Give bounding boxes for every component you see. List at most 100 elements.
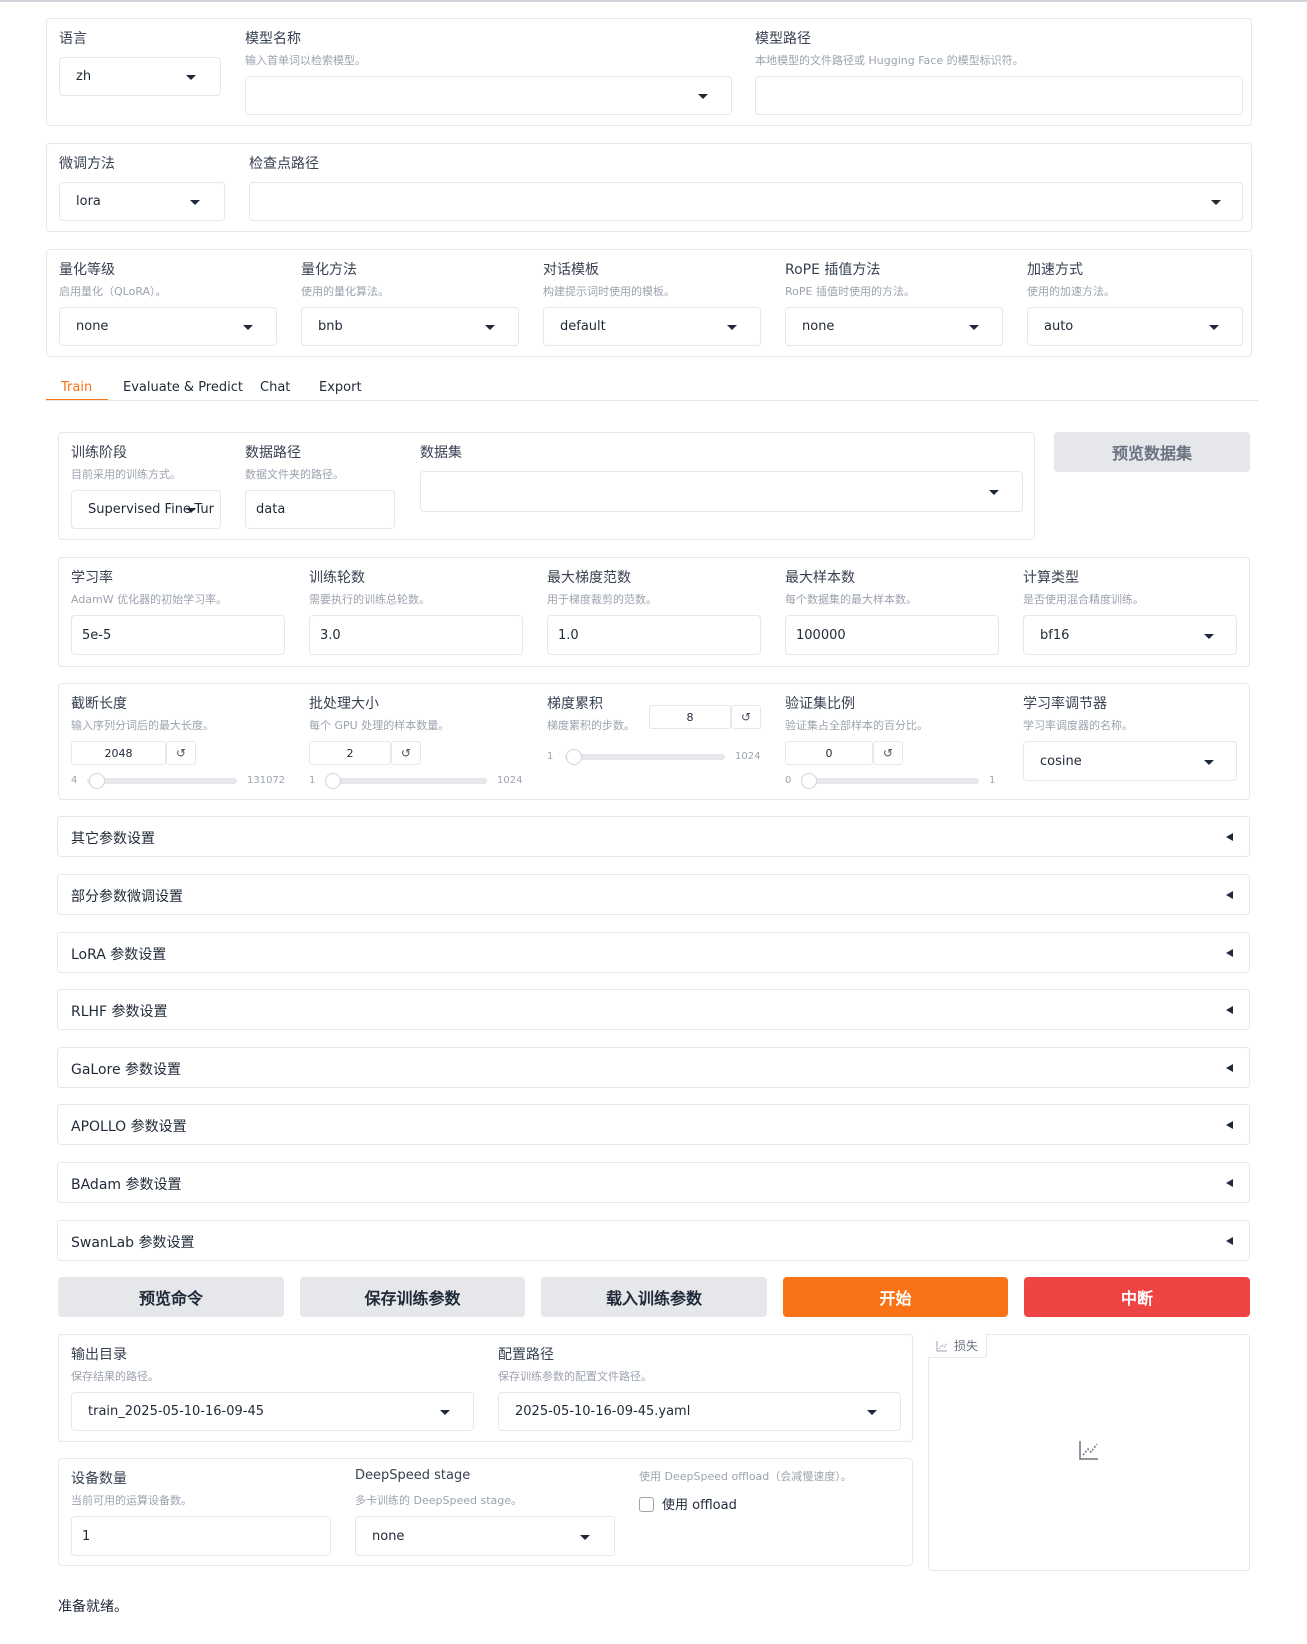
lang-value: zh: [76, 69, 92, 84]
chevron-down-icon: [1209, 325, 1219, 330]
rope-dropdown[interactable]: none: [785, 307, 1003, 346]
grad-accum-slider[interactable]: [565, 749, 725, 765]
val-size-max: 1: [989, 775, 996, 786]
caret-left-icon: [1226, 1121, 1233, 1129]
config-path-info: 保存训练参数的配置文件路径。: [498, 1370, 652, 1383]
grad-accum-info: 梯度累积的步数。: [547, 719, 635, 732]
output-dir-value: train_2025-05-10-16-09-45: [88, 1404, 265, 1419]
load-args-button[interactable]: 载入训练参数: [541, 1277, 767, 1317]
quant-method-label: 量化方法: [301, 262, 357, 278]
caret-left-icon: [1226, 1064, 1233, 1072]
loss-plot-header: 损失: [928, 1334, 988, 1358]
booster-dropdown[interactable]: auto: [1027, 307, 1243, 346]
quant-bit-dropdown[interactable]: none: [59, 307, 277, 346]
val-size-slider[interactable]: [801, 773, 979, 789]
output-dir-dropdown[interactable]: train_2025-05-10-16-09-45: [71, 1392, 474, 1431]
lr-scheduler-info: 学习率调度器的名称。: [1023, 719, 1133, 732]
accordion-label: APOLLO 参数设置: [71, 1119, 187, 1135]
device-count-input[interactable]: 1: [71, 1516, 331, 1556]
chevron-down-icon: [989, 490, 999, 495]
chevron-down-icon: [1211, 200, 1221, 205]
max-samples-input[interactable]: 100000: [785, 615, 999, 655]
lang-dropdown[interactable]: zh: [59, 57, 221, 96]
stop-button[interactable]: 中断: [1024, 1277, 1250, 1317]
lr-input[interactable]: 5e-5: [71, 615, 285, 655]
model-name-dropdown[interactable]: [245, 76, 732, 115]
chevron-down-icon: [580, 1535, 590, 1540]
accordion-lora[interactable]: LoRA 参数设置: [57, 932, 1250, 973]
max-grad-norm-value: 1.0: [558, 627, 579, 643]
stage-info: 目前采用的训练方式。: [71, 468, 181, 481]
accordion-apollo[interactable]: APOLLO 参数设置: [57, 1104, 1250, 1145]
accordion-label: 其它参数设置: [71, 831, 155, 847]
tab-export[interactable]: Export: [319, 380, 362, 395]
chevron-down-icon: [698, 94, 708, 99]
grad-accum-number[interactable]: 8: [649, 705, 731, 729]
config-path-dropdown[interactable]: 2025-05-10-16-09-45.yaml: [498, 1392, 901, 1431]
cutoff-len-min: 4: [71, 775, 78, 786]
batch-size-slider[interactable]: [325, 773, 487, 789]
slider-thumb[interactable]: [801, 773, 817, 789]
accordion-extra-args[interactable]: 其它参数设置: [57, 816, 1250, 857]
accordion-freeze[interactable]: 部分参数微调设置: [57, 874, 1250, 915]
booster-value: auto: [1044, 319, 1074, 334]
epochs-input[interactable]: 3.0: [309, 615, 523, 655]
preview-dataset-button[interactable]: 预览数据集: [1054, 432, 1250, 472]
cutoff-len-slider[interactable]: [87, 773, 237, 789]
rope-label: RoPE 插值方法: [785, 262, 881, 278]
compute-type-info: 是否使用混合精度训练。: [1023, 593, 1144, 606]
lr-scheduler-label: 学习率调节器: [1023, 696, 1107, 712]
compute-type-dropdown[interactable]: bf16: [1023, 615, 1237, 655]
val-size-number[interactable]: 0: [785, 741, 873, 765]
model-path-input[interactable]: [755, 76, 1243, 115]
dataset-dir-input[interactable]: data: [245, 490, 395, 529]
reset-icon[interactable]: ↺: [166, 741, 196, 765]
chevron-down-icon: [969, 325, 979, 330]
checkpoint-dropdown[interactable]: [249, 182, 1243, 221]
template-dropdown[interactable]: default: [543, 307, 761, 346]
tab-evaluate-predict[interactable]: Evaluate & Predict: [123, 380, 243, 395]
slider-thumb[interactable]: [89, 773, 105, 789]
max-samples-value: 100000: [796, 627, 846, 643]
ds-offload-checkbox[interactable]: [639, 1497, 654, 1512]
tab-divider: [46, 400, 1258, 401]
config-path-label: 配置路径: [498, 1347, 554, 1363]
chevron-down-icon: [440, 1410, 450, 1415]
epochs-value: 3.0: [320, 627, 341, 643]
max-grad-norm-input[interactable]: 1.0: [547, 615, 761, 655]
chevron-down-icon: [727, 325, 737, 330]
accordion-badam[interactable]: BAdam 参数设置: [57, 1162, 1250, 1203]
caret-left-icon: [1226, 1237, 1233, 1245]
accordion-swanlab[interactable]: SwanLab 参数设置: [57, 1220, 1250, 1261]
max-grad-norm-info: 用于梯度裁剪的范数。: [547, 593, 657, 606]
preview-command-button[interactable]: 预览命令: [58, 1277, 284, 1317]
start-button[interactable]: 开始: [783, 1277, 1008, 1317]
device-count-label: 设备数量: [71, 1471, 127, 1487]
finetune-dropdown[interactable]: lora: [59, 182, 225, 221]
batch-size-number[interactable]: 2: [309, 741, 391, 765]
rope-info: RoPE 插值时使用的方法。: [785, 285, 915, 298]
ds-offload-label[interactable]: 使用 offload: [662, 1494, 737, 1513]
stage-dropdown[interactable]: Supervised Fine-Tur: [71, 490, 221, 529]
save-args-button[interactable]: 保存训练参数: [300, 1277, 525, 1317]
tab-chat[interactable]: Chat: [260, 380, 290, 395]
tab-train[interactable]: Train: [61, 380, 92, 395]
ds-stage-dropdown[interactable]: none: [355, 1516, 615, 1556]
reset-icon[interactable]: ↺: [731, 705, 761, 729]
cutoff-len-number[interactable]: 2048: [71, 741, 166, 765]
reset-icon[interactable]: ↺: [391, 741, 421, 765]
loss-plot-label: 损失: [954, 1339, 979, 1353]
chevron-down-icon: [1204, 760, 1214, 765]
quant-method-dropdown[interactable]: bnb: [301, 307, 519, 346]
chevron-down-icon: [186, 508, 196, 513]
reset-icon[interactable]: ↺: [873, 741, 903, 765]
slider-thumb[interactable]: [566, 749, 582, 765]
status-text: 准备就绪。: [58, 1599, 128, 1615]
accordion-rlhf[interactable]: RLHF 参数设置: [57, 989, 1250, 1030]
dataset-dir-info: 数据文件夹的路径。: [245, 468, 344, 481]
batch-size-min: 1: [309, 775, 316, 786]
accordion-galore[interactable]: GaLore 参数设置: [57, 1047, 1250, 1088]
dataset-dropdown[interactable]: [420, 471, 1023, 512]
cutoff-len-max: 131072: [247, 775, 286, 786]
lr-scheduler-dropdown[interactable]: cosine: [1023, 741, 1237, 781]
